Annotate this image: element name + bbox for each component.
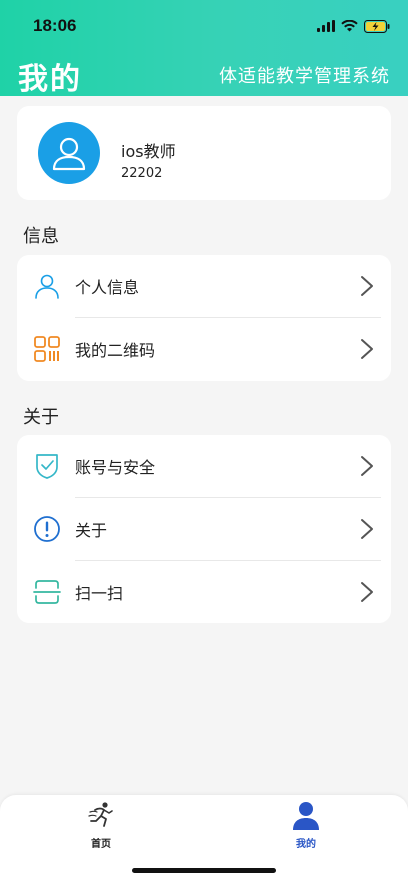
chevron-right-icon bbox=[361, 339, 373, 359]
status-icons bbox=[317, 16, 390, 36]
person-filled-icon bbox=[293, 802, 319, 830]
menu-item-scan[interactable]: 扫一扫 bbox=[17, 561, 391, 623]
chevron-right-icon bbox=[361, 276, 373, 296]
user-avatar-icon bbox=[52, 137, 86, 171]
menu-item-personal-info[interactable]: 个人信息 bbox=[17, 255, 391, 317]
header: 18:06 我的 体适能教学管理系统 bbox=[0, 0, 408, 97]
shield-check-icon bbox=[36, 454, 58, 479]
app-name: 体适能教学管理系统 bbox=[219, 66, 390, 87]
menu-item-about[interactable]: 关于 bbox=[17, 498, 391, 560]
menu-item-label: 关于 bbox=[75, 521, 108, 540]
chevron-right-icon bbox=[361, 456, 373, 476]
person-icon bbox=[35, 274, 59, 299]
info-card: 个人信息 我的二维码 bbox=[17, 255, 391, 381]
wifi-icon bbox=[341, 20, 358, 32]
qr-code-icon bbox=[34, 336, 60, 362]
chevron-right-icon bbox=[361, 582, 373, 602]
user-id: 22202 bbox=[121, 166, 163, 181]
section-title-info: 信息 bbox=[23, 226, 59, 247]
signal-icon bbox=[317, 20, 335, 32]
profile-card[interactable]: ios教师 22202 bbox=[17, 106, 391, 200]
section-title-about: 关于 bbox=[23, 407, 59, 428]
avatar bbox=[38, 122, 100, 184]
menu-item-qr-code[interactable]: 我的二维码 bbox=[17, 318, 391, 380]
tab-home[interactable]: 首页 bbox=[61, 801, 141, 851]
status-time: 18:06 bbox=[33, 16, 77, 35]
chevron-right-icon bbox=[361, 519, 373, 539]
menu-item-label: 账号与安全 bbox=[75, 458, 156, 477]
menu-item-label: 我的二维码 bbox=[75, 341, 156, 360]
status-bar: 18:06 bbox=[0, 0, 408, 48]
tab-label: 我的 bbox=[296, 839, 316, 850]
tab-mine[interactable]: 我的 bbox=[266, 801, 346, 851]
battery-charging-icon bbox=[364, 19, 390, 33]
menu-item-label: 扫一扫 bbox=[75, 584, 124, 603]
runner-icon bbox=[88, 802, 113, 827]
home-indicator bbox=[132, 868, 276, 873]
user-name: ios教师 bbox=[121, 142, 176, 161]
page-title: 我的 bbox=[18, 62, 82, 97]
menu-item-label: 个人信息 bbox=[75, 278, 140, 297]
info-exclamation-icon bbox=[34, 516, 60, 542]
tab-label: 首页 bbox=[91, 839, 111, 850]
scan-icon bbox=[33, 580, 61, 604]
menu-item-account-security[interactable]: 账号与安全 bbox=[17, 435, 391, 497]
about-card: 账号与安全 关于 扫一扫 bbox=[17, 435, 391, 623]
